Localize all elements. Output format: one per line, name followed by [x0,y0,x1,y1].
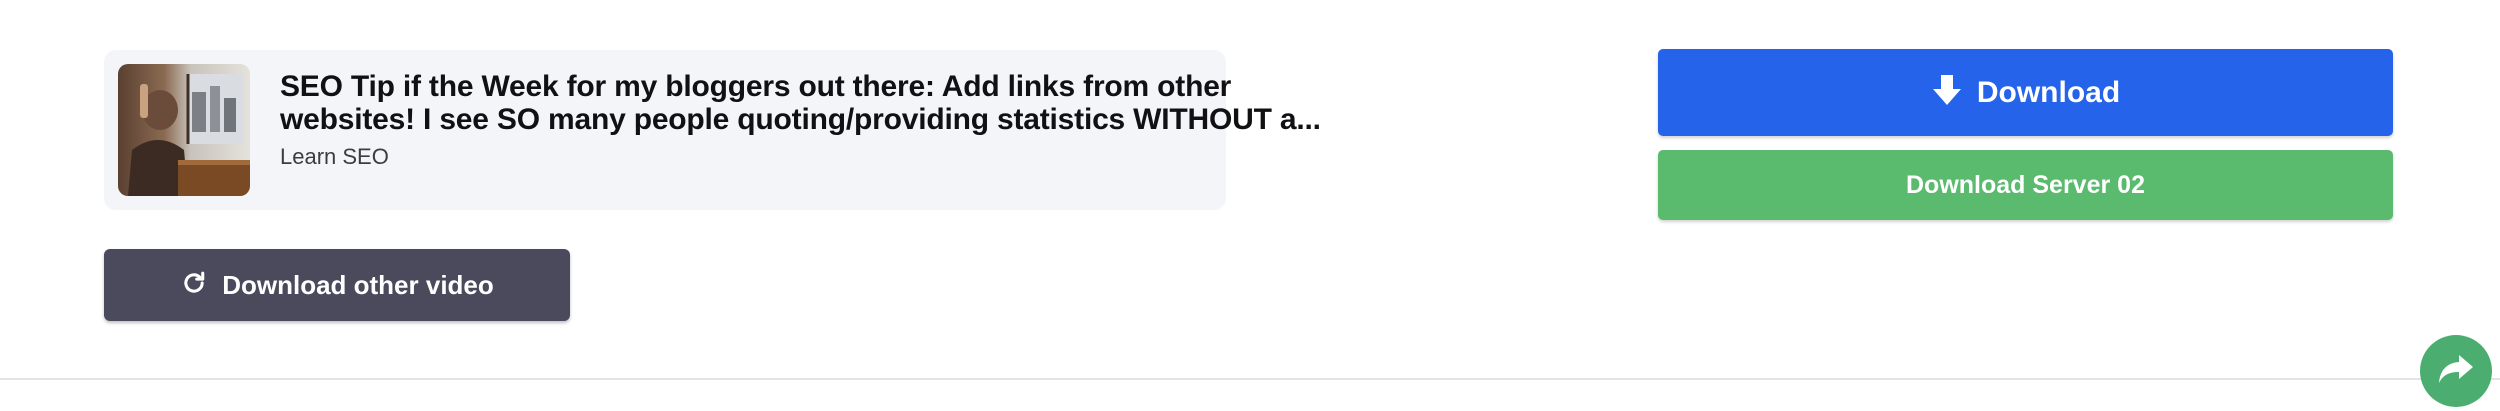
refresh-icon [180,269,208,302]
video-card: SEO Tip if the Week for my bloggers out … [104,50,1321,210]
video-title: SEO Tip if the Week for my bloggers out … [280,70,1321,136]
download-server-02-button[interactable]: Download Server 02 [1658,150,2393,220]
download-other-video-button[interactable]: Download other video [104,249,570,321]
arrow-down-icon [1931,73,1963,112]
share-icon [2437,352,2475,391]
video-channel: Learn SEO [280,144,389,169]
share-button[interactable] [2420,335,2492,407]
divider [0,378,2500,380]
download-other-video-label: Download other video [222,269,494,300]
download-server-02-label: Download Server 02 [1906,170,2145,199]
page: SEO Tip if the Week for my bloggers out … [0,0,2500,411]
video-thumbnail [118,64,250,196]
download-button[interactable]: Download [1658,49,2393,136]
download-label: Download [1976,75,2121,109]
